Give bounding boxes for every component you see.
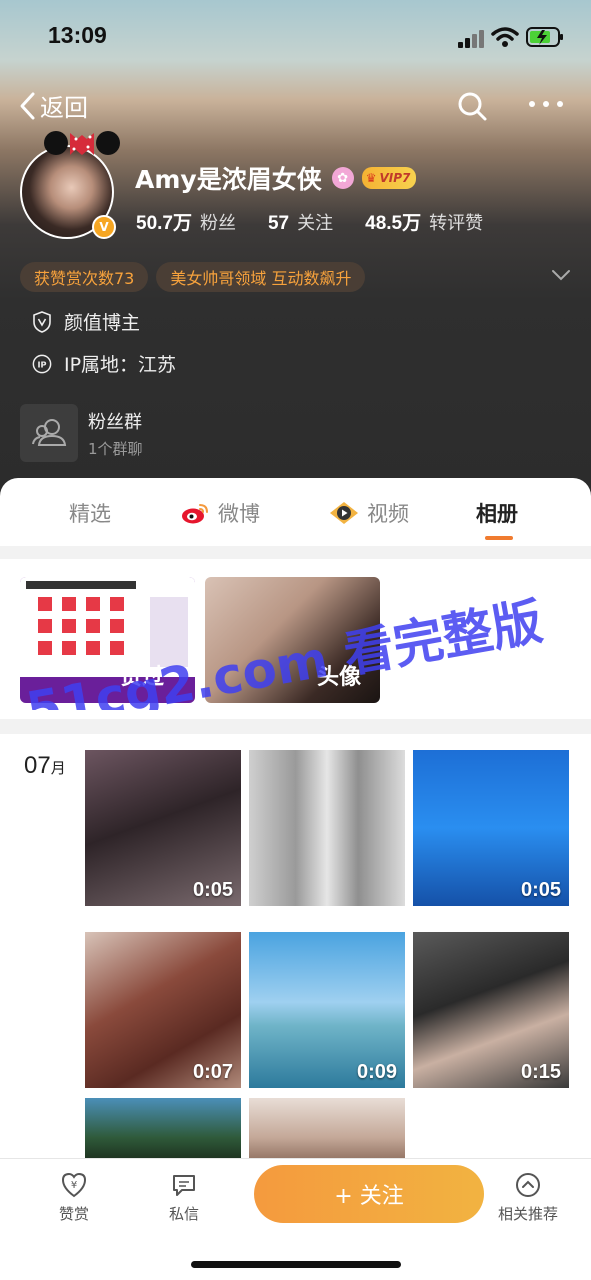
stat-reposts-count: 48.5万 xyxy=(365,213,422,234)
fans-group-title: 粉丝群 xyxy=(88,412,142,433)
tab-featured-label: 精选 xyxy=(69,502,111,526)
vip-level: VIP7 xyxy=(379,171,411,185)
recommend-label: 相关推荐 xyxy=(497,1205,558,1223)
chevron-up-circle-icon xyxy=(516,1173,540,1197)
svg-text:IP: IP xyxy=(37,359,46,369)
pink-member-icon[interactable]: ✿ xyxy=(331,167,354,189)
message-label: 私信 xyxy=(168,1205,199,1223)
reward-label: 赞赏 xyxy=(58,1205,89,1223)
tab-album-label: 相册 xyxy=(476,502,518,526)
grid-item[interactable] xyxy=(85,1098,241,1164)
grid-item[interactable]: 0:07 xyxy=(85,932,241,1088)
reward-button[interactable]: ¥ 赞赏 xyxy=(39,1171,109,1224)
stat-followers-label: 粉丝 xyxy=(199,213,236,234)
profile-tabs: 精选 微博 视频 相册 xyxy=(0,478,591,546)
album-section: 赞过 头像 xyxy=(0,559,591,719)
video-duration: 0:05 xyxy=(192,879,233,901)
vip-badge[interactable]: ♛ VIP7 xyxy=(361,167,417,189)
month-label: 07月 xyxy=(24,752,66,780)
grid-item[interactable] xyxy=(249,750,405,906)
grid-item[interactable]: 0:05 xyxy=(85,750,241,906)
user-name: Amy是浓眉女侠 xyxy=(135,165,322,194)
svg-text:¥: ¥ xyxy=(71,1180,77,1191)
wifi-icon xyxy=(491,27,519,47)
tab-album[interactable]: 相册 xyxy=(476,498,518,528)
tab-active-indicator xyxy=(485,536,513,540)
tag-reward-count[interactable]: 获赞赏次数73 xyxy=(20,262,149,292)
bottom-action-bar: ¥ 赞赏 私信 + 关注 相关推荐 xyxy=(0,1158,591,1280)
status-time: 13:09 xyxy=(48,22,107,48)
search-icon[interactable] xyxy=(456,90,488,122)
shield-v-icon xyxy=(33,310,51,333)
tag-domain[interactable]: 美女帅哥领域 互动数飙升 xyxy=(156,262,366,292)
tab-video-label: 视频 xyxy=(367,502,409,526)
chevron-left-icon xyxy=(20,92,35,119)
tab-weibo-label: 微博 xyxy=(218,502,260,526)
fans-group-icon xyxy=(20,404,78,462)
info-row-ip: IP IP属地：江苏 xyxy=(32,350,176,377)
video-duration: 0:07 xyxy=(192,1061,233,1083)
more-icon[interactable] xyxy=(526,92,566,116)
ip-icon: IP xyxy=(32,354,52,373)
album-liked[interactable]: 赞过 xyxy=(20,577,195,703)
video-duration: 0:09 xyxy=(356,1061,397,1083)
ip-location-text: IP属地：江苏 xyxy=(64,354,177,376)
name-row: Amy是浓眉女侠 ✿ ♛ VIP7 xyxy=(135,160,417,196)
stat-following[interactable]: 57 关注 xyxy=(268,209,333,235)
avatar[interactable]: V xyxy=(20,125,122,239)
stat-followers[interactable]: 50.7万 粉丝 xyxy=(136,208,236,235)
video-duration: 0:15 xyxy=(520,1061,561,1083)
grid-item[interactable] xyxy=(249,1098,405,1164)
weibo-icon xyxy=(182,504,208,524)
album-avatar-label: 头像 xyxy=(317,665,362,690)
cellular-signal-icon xyxy=(458,30,484,48)
minnie-ears-icon xyxy=(44,131,120,155)
message-icon xyxy=(173,1175,195,1196)
recommend-button[interactable]: 相关推荐 xyxy=(492,1171,564,1224)
tab-weibo[interactable]: 微博 xyxy=(180,498,260,528)
grid-item[interactable]: 0:09 xyxy=(249,932,405,1088)
verified-badge: V xyxy=(92,215,116,239)
message-button[interactable]: 私信 xyxy=(149,1171,219,1224)
album-liked-label: 赞过 xyxy=(120,665,165,690)
month-number: 07 xyxy=(24,752,51,779)
follow-button[interactable]: + 关注 xyxy=(254,1165,484,1223)
video-icon xyxy=(330,502,358,524)
crown-icon: ♛ xyxy=(365,171,377,185)
status-bar: 13:09 xyxy=(0,0,591,70)
tab-video[interactable]: 视频 xyxy=(329,498,409,528)
info-row-category: 颜值博主 xyxy=(32,308,140,335)
grid-item[interactable]: 0:05 xyxy=(413,750,569,906)
album-avatar[interactable]: 头像 xyxy=(205,577,380,703)
reward-icon: ¥ xyxy=(61,1172,87,1198)
fans-group[interactable]: 粉丝群 1个群聊 xyxy=(20,404,420,462)
stat-following-label: 关注 xyxy=(297,213,334,234)
home-indicator xyxy=(191,1261,401,1268)
video-duration: 0:05 xyxy=(520,879,561,901)
category-text: 颜值博主 xyxy=(64,312,141,334)
profile-tags: 获赞赏次数73 美女帅哥领域 互动数飙升 xyxy=(20,262,373,292)
album-liked-cover xyxy=(20,577,195,703)
stat-followers-count: 50.7万 xyxy=(136,213,192,234)
chevron-down-icon[interactable] xyxy=(551,268,571,282)
tab-featured[interactable]: 精选 xyxy=(69,498,111,528)
back-label: 返回 xyxy=(40,94,88,122)
stat-following-count: 57 xyxy=(267,213,290,234)
battery-icon xyxy=(526,27,563,47)
month-unit: 月 xyxy=(50,759,66,777)
stat-reposts-label: 转评赞 xyxy=(429,213,484,234)
stat-reposts[interactable]: 48.5万 转评赞 xyxy=(365,208,483,235)
fans-group-subtitle: 1个群聊 xyxy=(88,440,143,458)
grid-item[interactable]: 0:15 xyxy=(413,932,569,1088)
profile-stats: 50.7万 粉丝 57 关注 48.5万 转评赞 xyxy=(136,208,515,235)
back-button[interactable]: 返回 xyxy=(18,88,88,123)
media-grid: 07月 0:05 0:05 0:07 0:09 0:15 xyxy=(0,734,591,1164)
